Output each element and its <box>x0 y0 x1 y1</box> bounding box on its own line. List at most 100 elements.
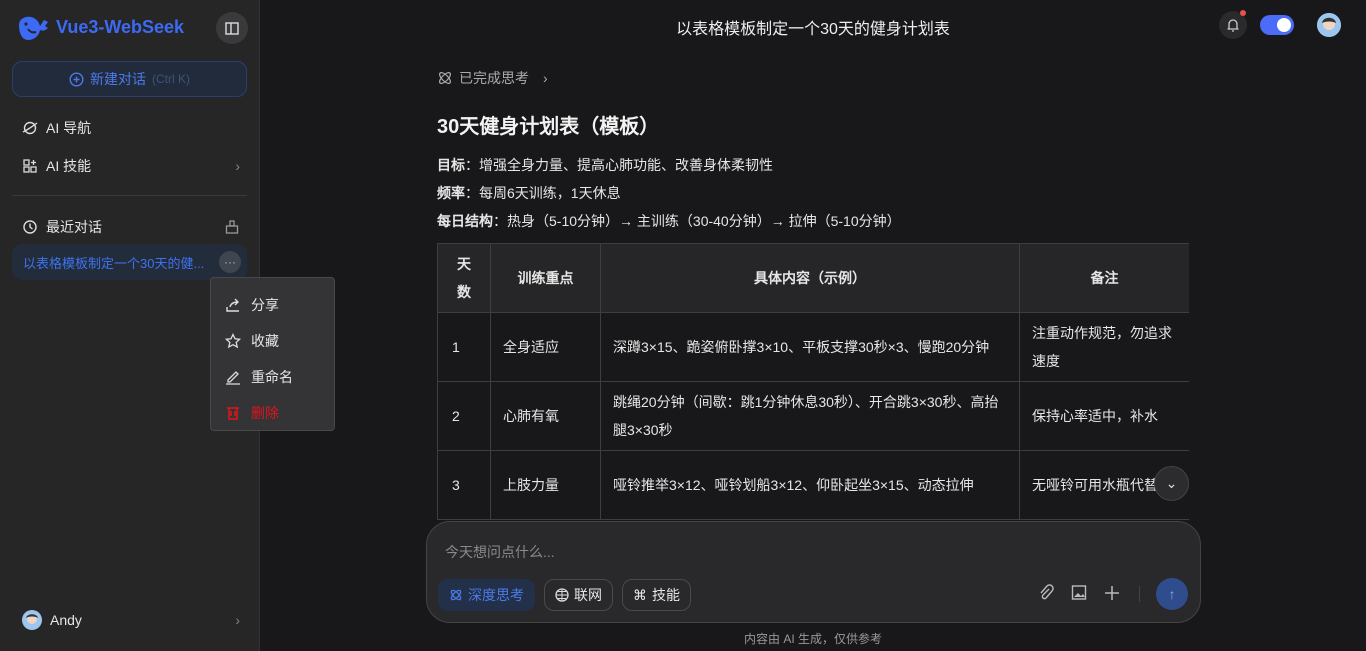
trash-icon <box>227 407 239 420</box>
table-cell: 跳绳20分钟（间歇：跳1分钟休息30秒）、开合跳3×30秒、高抬腿3×30秒 <box>600 381 1020 451</box>
message-heading: 30天健身计划表（模板） <box>437 116 660 138</box>
moon-icon <box>1277 18 1291 32</box>
table-header-row: 天数 训练重点 具体内容（示例） 备注 <box>437 243 1189 313</box>
new-chat-shortcut: (Ctrl K) <box>152 72 190 86</box>
menu-item-label: 分享 <box>251 297 279 313</box>
line-label: 频率 <box>437 185 465 201</box>
table-cell: 注重动作规范，勿追求速度 <box>1019 312 1189 382</box>
conversation-context-menu: 分享 收藏 重命名 删除 <box>210 277 335 431</box>
table-cell: 1 <box>437 312 491 382</box>
table-row: 1 全身适应 深蹲3×15、跪姿俯卧撑3×10、平板支撑30秒×3、慢跑20分钟 注重… <box>437 312 1189 382</box>
conversation-item[interactable]: 以表格模板制定一个30天的健... ··· <box>12 244 247 280</box>
table-cell <box>437 519 491 520</box>
table-cell: 2 <box>437 381 491 451</box>
table-cell: 心肺有氧 <box>490 381 601 451</box>
header-cell: 备注 <box>1019 243 1189 313</box>
message-input[interactable]: 今天想问点什么... <box>445 542 555 562</box>
menu-item-delete[interactable]: 删除 <box>211 395 334 431</box>
plan-table: 天数 训练重点 具体内容（示例） 备注 1 全身适应 深蹲3×15、跪姿俯卧撑3×1… <box>437 243 1189 520</box>
page-title: 以表格模板制定一个30天的健身计划表 <box>676 21 950 38</box>
table-cell: 保持心率适中，补水 <box>1019 381 1189 451</box>
deep-think-button[interactable]: 深度思考 <box>438 579 535 611</box>
menu-item-rename[interactable]: 重命名 <box>211 359 334 395</box>
app-name: Vue3-WebSeek <box>56 16 185 37</box>
share-icon <box>226 298 239 312</box>
header-cell: 训练重点 <box>490 243 601 313</box>
user-name: Andy <box>50 612 82 628</box>
plus-icon[interactable] <box>1104 584 1120 602</box>
table-row <box>437 519 1189 520</box>
button-label: 深度思考 <box>468 587 524 603</box>
line-text: ：增强全身力量、提高心肺功能、改善身体柔韧性 <box>465 157 773 173</box>
table-cell <box>490 519 601 520</box>
paperclip-icon[interactable] <box>1038 584 1054 602</box>
clock-icon <box>23 220 37 234</box>
notification-dot <box>1240 10 1246 16</box>
structure-line: 每日结构：热身（5-10分钟）→ 主训练（30-40分钟）→ 拉伸（5-10分钟… <box>437 207 1189 235</box>
goal-line: 目标：增强全身力量、提高心肺功能、改善身体柔韧性 <box>437 151 1189 179</box>
image-icon[interactable] <box>1071 584 1087 602</box>
edit-icon <box>226 371 240 385</box>
divider <box>12 195 247 196</box>
chevron-right-icon: › <box>235 612 240 628</box>
frequency-line: 频率：每周6天训练，1天休息 <box>437 179 1189 207</box>
button-label: 技能 <box>652 587 680 603</box>
command-icon: ⌘ <box>633 586 647 603</box>
line-label: 每日结构 <box>437 213 493 229</box>
menu-item-share[interactable]: 分享 <box>211 287 334 323</box>
star-icon <box>225 333 241 349</box>
sidebar-panel-icon <box>225 21 239 35</box>
scroll-to-bottom-button[interactable]: ⌄ <box>1154 466 1189 501</box>
table-cell <box>1019 519 1189 520</box>
clear-history-broom-icon[interactable] <box>224 219 240 235</box>
sidebar-item-label: AI 技能 <box>46 158 92 174</box>
table-row: 2 心肺有氧 跳绳20分钟（间歇：跳1分钟休息30秒）、开合跳3×30秒、高抬腿3×… <box>437 381 1189 451</box>
globe-icon <box>555 588 569 602</box>
header-cell: 天数 <box>437 243 491 313</box>
toggle-sidebar-button[interactable] <box>216 12 248 44</box>
chevron-right-icon: › <box>235 158 240 174</box>
thinking-toggle[interactable]: 已完成思考 › <box>437 60 1189 96</box>
header-cell: 具体内容（示例） <box>600 243 1020 313</box>
table-row: 3 上肢力量 哑铃推举3×12、哑铃划船3×12、仰卧起坐3×15、动态拉伸 无哑铃可… <box>437 450 1189 520</box>
chevron-down-icon: ⌄ <box>1165 475 1178 491</box>
button-label: 联网 <box>574 587 602 603</box>
new-chat-button[interactable]: 新建对话 (Ctrl K) <box>12 61 247 97</box>
menu-item-label: 收藏 <box>251 333 279 349</box>
plus-circle-icon <box>69 71 84 87</box>
thinking-label: 已完成思考 <box>459 70 529 86</box>
dark-mode-toggle[interactable] <box>1260 15 1294 35</box>
menu-item-label: 删除 <box>251 405 279 421</box>
user-profile[interactable]: Andy › <box>22 610 240 630</box>
line-text: ：每周6天训练，1天休息 <box>465 185 621 201</box>
user-avatar[interactable] <box>1317 13 1341 37</box>
web-search-button[interactable]: 联网 <box>544 579 613 611</box>
skills-button[interactable]: ⌘ 技能 <box>622 579 691 611</box>
notifications-button[interactable] <box>1219 10 1247 39</box>
disclaimer: 内容由 AI 生成，仅供参考 <box>743 632 882 646</box>
app-logo[interactable]: Vue3-WebSeek <box>16 13 184 41</box>
composer: 今天想问点什么... 深度思考 联网 ⌘ 技能 ↑ <box>426 521 1201 623</box>
table-cell: 深蹲3×15、跪姿俯卧撑3×10、平板支撑30秒×3、慢跑20分钟 <box>600 312 1020 382</box>
line-label: 目标 <box>437 157 465 173</box>
whale-logo-icon <box>19 16 48 40</box>
sidebar-item-ai-nav[interactable]: AI 导航 <box>22 118 240 138</box>
apps-icon <box>23 159 37 173</box>
planet-icon <box>22 121 38 135</box>
table-cell: 上肢力量 <box>490 450 601 520</box>
new-chat-label: 新建对话 <box>90 71 146 87</box>
table-cell: 3 <box>437 450 491 520</box>
recent-conversations-header: 最近对话 <box>22 217 240 237</box>
divider <box>1139 586 1140 602</box>
chevron-right-icon: › <box>543 70 548 86</box>
chat-message: 已完成思考 › 30天健身计划表（模板） 目标：增强全身力量、提高心肺功能、改善… <box>437 60 1189 520</box>
send-button[interactable]: ↑ <box>1156 578 1188 610</box>
atom-icon <box>439 72 451 84</box>
table-cell <box>600 519 1020 520</box>
menu-item-favorite[interactable]: 收藏 <box>211 323 334 359</box>
line-text: ：热身（5-10分钟）→ 主训练（30-40分钟）→ 拉伸（5-10分钟） <box>493 213 901 229</box>
table-cell: 全身适应 <box>490 312 601 382</box>
more-options-button[interactable]: ··· <box>219 251 241 273</box>
sidebar-item-ai-skills[interactable]: AI 技能 › <box>22 156 240 176</box>
arrow-up-icon: ↑ <box>1168 586 1176 602</box>
